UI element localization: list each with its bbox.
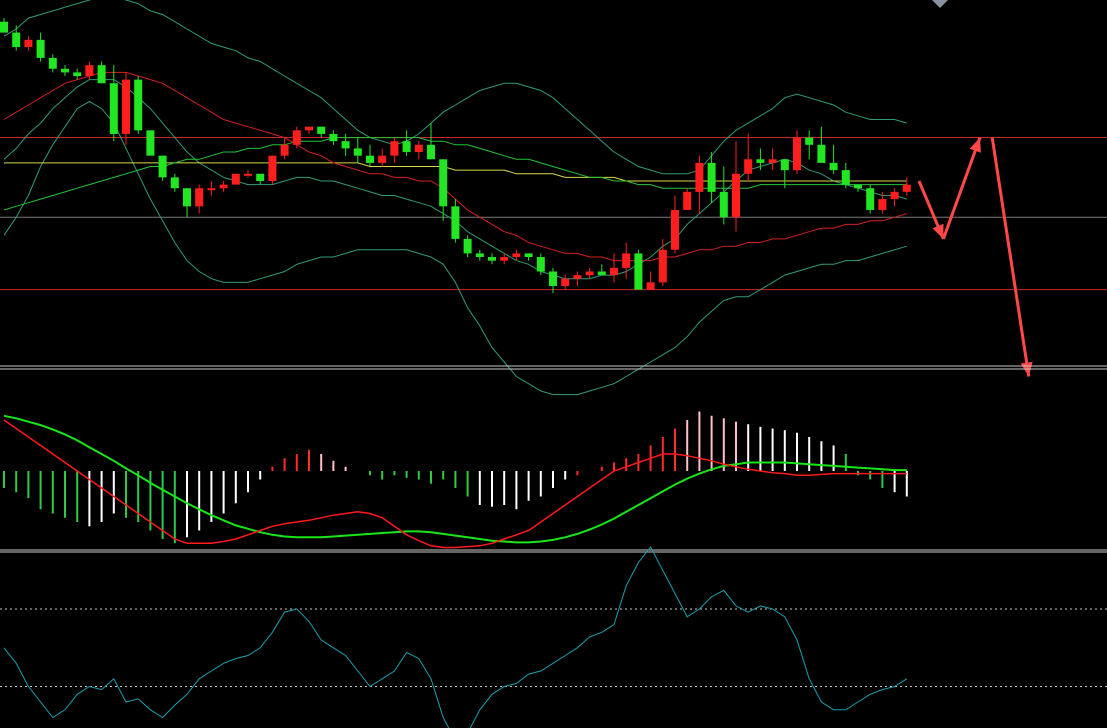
- candle-body: [756, 159, 765, 163]
- candle-body: [244, 173, 252, 176]
- candle-body: [317, 126, 326, 134]
- candle-body: [817, 144, 826, 163]
- candle-body: [488, 257, 496, 261]
- candle-body: [378, 155, 387, 163]
- candle-body: [585, 271, 594, 276]
- candle-body: [414, 144, 423, 153]
- candle-body: [805, 137, 814, 145]
- candle-body: [402, 141, 411, 153]
- candle-body: [744, 159, 753, 174]
- candle-body: [536, 257, 545, 272]
- candle-body: [841, 170, 850, 185]
- candle-body: [549, 271, 557, 286]
- candle-body: [902, 184, 911, 192]
- candle-body: [658, 249, 667, 283]
- candle-body: [158, 155, 167, 178]
- candle-body: [280, 144, 289, 156]
- candle-body: [48, 57, 57, 69]
- candle-body: [878, 199, 887, 210]
- candle-body: [329, 133, 338, 142]
- candle-body: [109, 83, 118, 134]
- candle-body: [0, 21, 8, 33]
- candle-body: [695, 162, 704, 192]
- stock-chart: [0, 0, 1107, 728]
- candle-body: [524, 253, 533, 258]
- candle-body: [597, 271, 606, 276]
- candle-body: [439, 159, 448, 207]
- candle-body: [634, 253, 643, 290]
- candle-body: [707, 162, 716, 192]
- candle-body: [890, 191, 899, 200]
- candle-body: [256, 173, 265, 181]
- candle-body: [610, 267, 618, 276]
- candle-body: [12, 32, 21, 48]
- candle-body: [793, 137, 801, 171]
- candle-body: [61, 68, 69, 73]
- candle-body: [451, 206, 460, 239]
- candle-body: [305, 126, 313, 131]
- candle-body: [719, 191, 728, 218]
- candle-body: [671, 209, 679, 250]
- candle-body: [73, 72, 82, 77]
- candle-body: [646, 282, 655, 290]
- candle-body: [512, 253, 521, 258]
- candle-body: [170, 177, 179, 189]
- candle-body: [683, 191, 692, 210]
- candle-body: [219, 184, 228, 189]
- candle-body: [183, 188, 191, 207]
- candle-body: [97, 65, 106, 84]
- candle-body: [854, 184, 862, 189]
- candle-body: [146, 130, 155, 156]
- candle-body: [292, 130, 301, 145]
- chart-background: [0, 0, 1107, 728]
- candle-body: [768, 159, 777, 163]
- candle-body: [231, 173, 240, 185]
- candle-body: [366, 155, 374, 163]
- candle-body: [622, 253, 631, 268]
- candle-body: [24, 39, 33, 48]
- candle-body: [829, 162, 838, 171]
- candle-body: [500, 257, 509, 261]
- candle-body: [85, 65, 94, 77]
- candle-body: [732, 173, 740, 218]
- candle-body: [561, 278, 570, 286]
- candle-body: [134, 79, 143, 131]
- candle-body: [268, 155, 277, 181]
- candle-body: [475, 253, 484, 258]
- candle-body: [427, 144, 435, 160]
- candle-body: [341, 141, 350, 149]
- candle-body: [122, 79, 130, 134]
- candle-body: [780, 159, 789, 171]
- candle-body: [390, 141, 399, 156]
- candle-body: [36, 39, 45, 58]
- candle-body: [866, 188, 875, 210]
- candle-body: [353, 148, 362, 156]
- candle-body: [207, 188, 216, 191]
- candle-body: [463, 238, 472, 254]
- candle-body: [195, 188, 204, 207]
- candle-body: [573, 275, 582, 279]
